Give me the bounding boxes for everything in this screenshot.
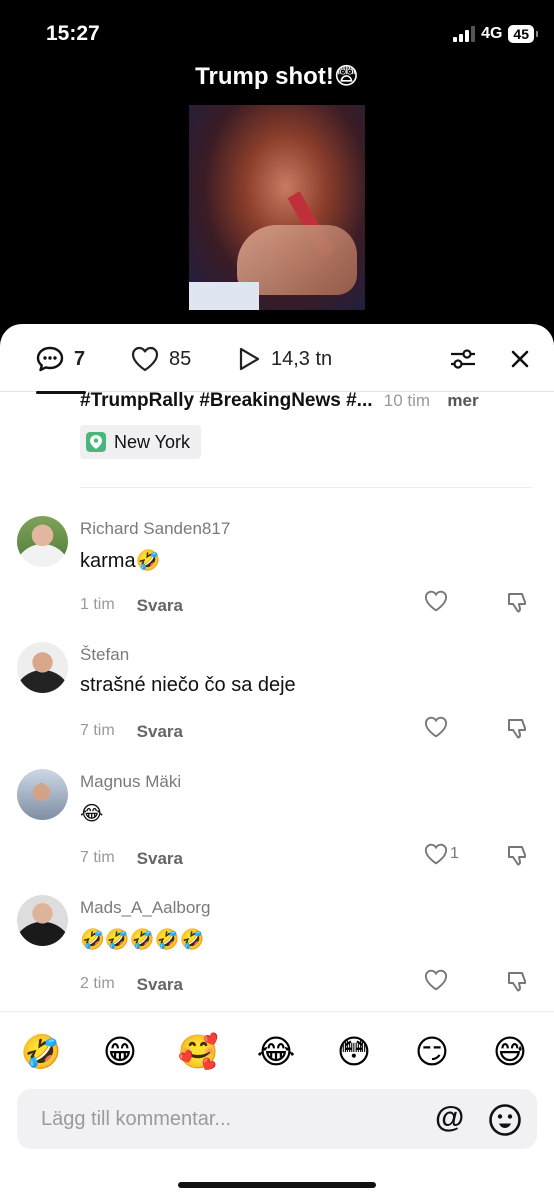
emoji-picker-button[interactable] bbox=[488, 1103, 522, 1142]
avatar[interactable] bbox=[17, 895, 68, 946]
status-indicators: 4G 45 bbox=[453, 25, 538, 43]
heart-icon bbox=[131, 346, 159, 372]
sliders-icon bbox=[451, 349, 475, 369]
comment-item: Richard Sanden817 karma🤣 1 tim Svara bbox=[0, 516, 554, 626]
caption-text: #TrumpRally #BreakingNews #... bbox=[80, 390, 373, 411]
divider bbox=[80, 487, 532, 488]
comment-time: 7 tim bbox=[80, 722, 115, 739]
comment-meta: 7 tim Svara bbox=[80, 849, 183, 869]
emoji-button[interactable]: 😏 bbox=[411, 1032, 453, 1072]
emoji-quick-bar: 🤣 😁 🥰 😂 😳 😏 😅 bbox=[0, 1011, 554, 1089]
close-button[interactable] bbox=[505, 344, 535, 374]
reply-button[interactable]: Svara bbox=[137, 849, 183, 869]
video-thumbnail[interactable] bbox=[189, 105, 365, 310]
mention-button[interactable]: @ bbox=[435, 1101, 464, 1135]
location-tag[interactable]: New York bbox=[80, 425, 202, 459]
filter-button[interactable] bbox=[448, 344, 478, 374]
emoji-button[interactable]: 🥰 bbox=[177, 1032, 219, 1072]
smiley-icon bbox=[489, 1104, 521, 1136]
emoji-button[interactable]: 😳 bbox=[333, 1032, 375, 1072]
comment-username[interactable]: Mads_A_Aalborg bbox=[80, 898, 210, 918]
comment-time: 1 tim bbox=[80, 596, 115, 613]
comment-icon bbox=[36, 346, 64, 372]
comment-dislike-button[interactable] bbox=[506, 716, 530, 745]
comment-text: 🤣🤣🤣🤣🤣 bbox=[80, 929, 205, 951]
tab-views[interactable]: 14,3 tn bbox=[237, 346, 332, 372]
comment-count: 7 bbox=[74, 347, 86, 370]
heart-icon bbox=[424, 716, 448, 738]
comment-time: 7 tim bbox=[80, 849, 115, 866]
comment-like-button[interactable]: 1 bbox=[424, 843, 459, 865]
heart-icon bbox=[424, 969, 448, 991]
comment-like-button[interactable] bbox=[424, 716, 450, 738]
avatar[interactable] bbox=[17, 642, 68, 693]
comment-like-count: 1 bbox=[450, 845, 459, 862]
comment-input[interactable] bbox=[41, 1089, 421, 1149]
video-caption: #TrumpRally #BreakingNews #... 10 tim me… bbox=[80, 390, 520, 412]
location-label: New York bbox=[114, 431, 191, 452]
comment-meta: 7 tim Svara bbox=[80, 722, 183, 742]
emoji-button[interactable]: 😂 bbox=[255, 1032, 297, 1072]
thumbs-down-icon bbox=[508, 593, 526, 613]
close-icon bbox=[511, 350, 529, 368]
comment-item: Štefan strašné niečo čo sa deje 7 tim Sv… bbox=[0, 642, 554, 752]
comment-input-container: @ bbox=[17, 1089, 537, 1149]
thumbs-down-icon bbox=[508, 846, 526, 866]
like-count: 85 bbox=[169, 347, 192, 370]
status-time: 15:27 bbox=[46, 22, 100, 45]
signal-icon bbox=[453, 26, 476, 42]
network-type: 4G bbox=[481, 25, 503, 42]
location-pin-icon bbox=[86, 432, 106, 452]
comment-username[interactable]: Richard Sanden817 bbox=[80, 519, 230, 539]
comments-sheet: 7 85 14,3 tn #TrumpRally #BreakingNews #… bbox=[0, 324, 554, 1200]
emoji-button[interactable]: 😁 bbox=[99, 1032, 141, 1072]
sheet-header: 7 85 14,3 tn bbox=[0, 324, 554, 394]
comment-meta: 2 tim Svara bbox=[80, 975, 183, 995]
play-icon bbox=[239, 347, 260, 371]
caption-time: 10 tim bbox=[383, 391, 431, 410]
reply-button[interactable]: Svara bbox=[137, 596, 183, 616]
comment-item: Magnus Mäki 😂 7 tim Svara 1 bbox=[0, 769, 554, 879]
tab-comments[interactable]: 7 bbox=[36, 346, 87, 394]
comment-meta: 1 tim Svara bbox=[80, 596, 183, 616]
comment-item: Mads_A_Aalborg 🤣🤣🤣🤣🤣 2 tim Svara bbox=[0, 895, 554, 1005]
avatar[interactable] bbox=[17, 769, 68, 820]
status-bar: 15:27 4G 45 bbox=[0, 0, 554, 70]
comment-like-button[interactable] bbox=[424, 590, 450, 612]
comment-text: 😂 bbox=[80, 803, 104, 825]
comment-text: karma🤣 bbox=[80, 550, 161, 572]
heart-icon bbox=[424, 590, 448, 612]
comment-username[interactable]: Magnus Mäki bbox=[80, 772, 181, 792]
video-title: Trump shot!😨 bbox=[195, 63, 359, 90]
emoji-button[interactable]: 🤣 bbox=[20, 1032, 62, 1072]
comment-dislike-button[interactable] bbox=[506, 590, 530, 619]
comment-username[interactable]: Štefan bbox=[80, 645, 129, 665]
avatar[interactable] bbox=[17, 516, 68, 567]
battery-icon: 45 bbox=[508, 25, 538, 43]
comment-text: strašné niečo čo sa deje bbox=[80, 674, 296, 696]
thumbs-down-icon bbox=[508, 719, 526, 739]
home-indicator bbox=[178, 1182, 376, 1188]
comment-like-button[interactable] bbox=[424, 969, 450, 991]
view-count: 14,3 tn bbox=[271, 347, 333, 370]
emoji-button[interactable]: 😅 bbox=[489, 1032, 531, 1072]
tab-likes[interactable]: 85 bbox=[131, 346, 191, 372]
heart-icon bbox=[424, 843, 448, 865]
comment-dislike-button[interactable] bbox=[506, 969, 530, 998]
thumbs-down-icon bbox=[508, 972, 526, 992]
comment-dislike-button[interactable] bbox=[506, 843, 530, 872]
reply-button[interactable]: Svara bbox=[137, 722, 183, 742]
caption-more-link[interactable]: mer bbox=[447, 391, 478, 410]
reply-button[interactable]: Svara bbox=[137, 975, 183, 995]
comment-time: 2 tim bbox=[80, 975, 115, 992]
